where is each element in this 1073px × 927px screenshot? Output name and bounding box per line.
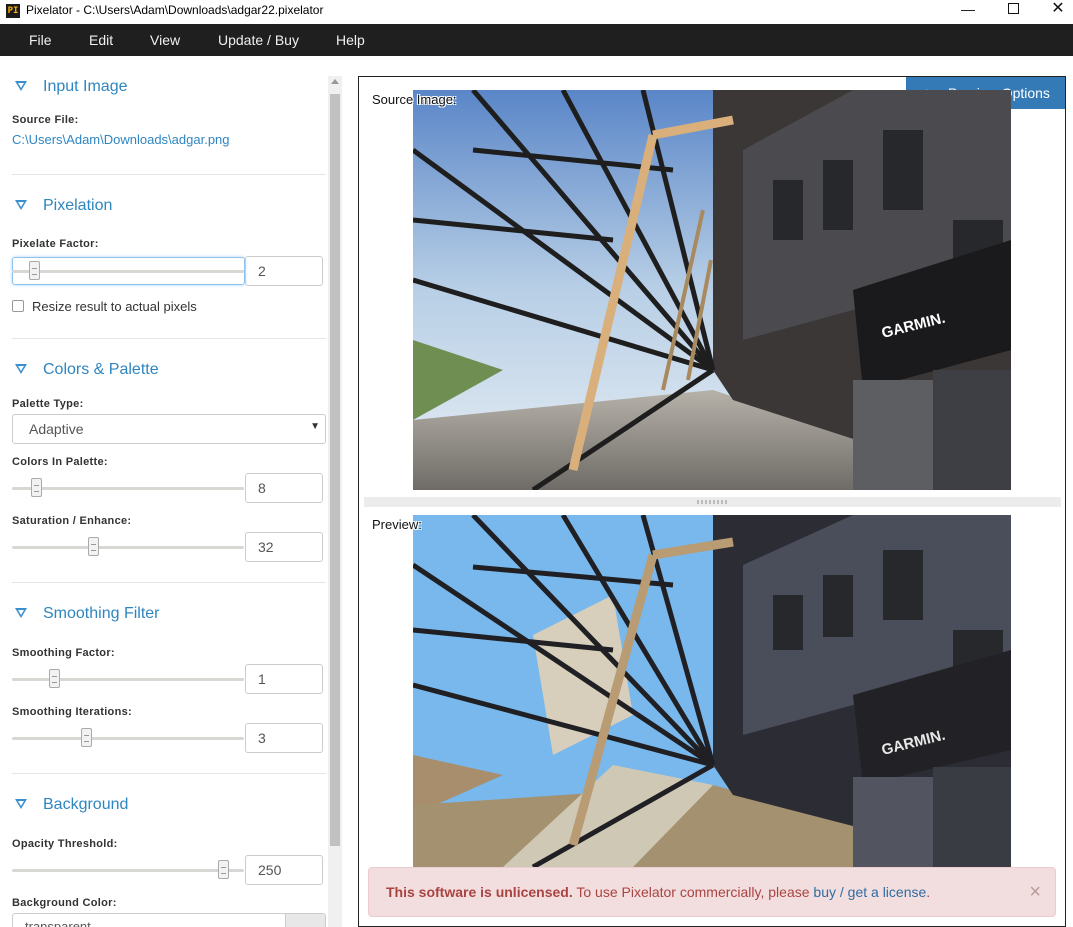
sidebar-scrollbar[interactable] (328, 76, 342, 927)
source-file-label: Source File: (12, 114, 79, 126)
collapse-triangle-icon (15, 799, 27, 809)
preview-photo-illustration: GARMIN. (413, 515, 1011, 867)
preview-image: GARMIN. (413, 515, 1011, 867)
colors-in-palette-slider-handle[interactable] (31, 478, 42, 497)
palette-type-select[interactable]: Adaptive ▼ (12, 414, 326, 444)
background-color-value: transparent (25, 919, 91, 927)
alert-close-button[interactable]: × (1029, 868, 1041, 916)
divider (12, 582, 326, 583)
smoothing-factor-slider[interactable] (12, 678, 244, 681)
colors-in-palette-input[interactable]: 8 (245, 473, 323, 503)
menu-bar: File Edit View Update / Buy Help (0, 24, 1073, 56)
buy-license-link[interactable]: buy / get a license (813, 884, 926, 900)
section-title: Smoothing Filter (43, 605, 160, 622)
alert-text: To use Pixelator commercially, please (572, 884, 814, 900)
section-title: Input Image (43, 78, 128, 95)
scrollbar-thumb[interactable] (330, 94, 340, 846)
alert-end: . (926, 884, 931, 900)
title-bar: PI Pixelator - C:\Users\Adam\Downloads\a… (0, 0, 1073, 24)
menu-view[interactable]: View (148, 24, 182, 56)
collapse-triangle-icon (15, 81, 27, 91)
opacity-threshold-slider-handle[interactable] (218, 860, 229, 879)
pixelate-factor-label: Pixelate Factor: (12, 238, 99, 250)
app-icon: PI (6, 4, 20, 18)
source-file-path[interactable]: C:\Users\Adam\Downloads\adgar.png (12, 132, 230, 147)
pixelate-factor-slider-handle[interactable] (29, 261, 40, 280)
collapse-triangle-icon (15, 200, 27, 210)
background-color-input[interactable]: transparent (12, 913, 326, 927)
source-image: GARMIN. (413, 90, 1011, 490)
maximize-icon (1007, 3, 1019, 14)
colors-in-palette-label: Colors In Palette: (12, 456, 108, 468)
smoothing-factor-input[interactable]: 1 (245, 664, 323, 694)
preview-image-label: Preview: (372, 517, 422, 532)
smoothing-factor-slider-handle[interactable] (49, 669, 60, 688)
saturation-label: Saturation / Enhance: (12, 515, 132, 527)
scroll-up-arrow-icon[interactable] (331, 79, 339, 84)
resize-checkbox[interactable] (12, 300, 24, 312)
palette-type-value: Adaptive (29, 421, 84, 437)
smoothing-iterations-slider-handle[interactable] (81, 728, 92, 747)
collapse-triangle-icon (15, 608, 27, 618)
source-image-label: Source Image: (372, 92, 457, 107)
minimize-button[interactable]: — (945, 0, 991, 22)
splitter-grip-icon[interactable] (697, 500, 729, 504)
smoothing-iterations-label: Smoothing Iterations: (12, 706, 132, 718)
menu-help[interactable]: Help (334, 24, 367, 56)
collapse-triangle-icon (15, 364, 27, 374)
opacity-threshold-slider[interactable] (12, 869, 244, 872)
divider (12, 773, 326, 774)
background-color-label: Background Color: (12, 897, 117, 909)
opacity-threshold-label: Opacity Threshold: (12, 838, 118, 850)
palette-type-label: Palette Type: (12, 398, 84, 410)
saturation-input[interactable]: 32 (245, 532, 323, 562)
chevron-down-icon: ▼ (310, 421, 320, 432)
saturation-slider-handle[interactable] (88, 537, 99, 556)
menu-file[interactable]: File (27, 24, 54, 56)
section-title: Colors & Palette (43, 361, 159, 378)
opacity-threshold-input[interactable]: 250 (245, 855, 323, 885)
pixelate-factor-slider[interactable] (12, 270, 244, 273)
license-alert: This software is unlicensed. To use Pixe… (368, 867, 1056, 917)
divider (12, 338, 326, 339)
section-title: Background (43, 796, 129, 813)
source-photo-illustration: GARMIN. (413, 90, 1011, 490)
saturation-slider[interactable] (12, 546, 244, 549)
preview-panel: ◿ Preview Options Source Image: (358, 76, 1066, 927)
maximize-button[interactable] (990, 0, 1036, 22)
color-picker-button[interactable] (285, 914, 325, 927)
smoothing-iterations-input[interactable]: 3 (245, 723, 323, 753)
close-button[interactable]: ✕ (1035, 0, 1073, 22)
window-title: Pixelator - C:\Users\Adam\Downloads\adga… (26, 3, 324, 17)
divider (12, 174, 326, 175)
smoothing-iterations-slider[interactable] (12, 737, 244, 740)
smoothing-factor-label: Smoothing Factor: (12, 647, 115, 659)
preview-splitter[interactable] (364, 497, 1061, 507)
menu-update-buy[interactable]: Update / Buy (216, 24, 301, 56)
colors-in-palette-slider[interactable] (12, 487, 244, 490)
section-title: Pixelation (43, 197, 113, 214)
pixelate-factor-input[interactable]: 2 (245, 256, 323, 286)
menu-edit[interactable]: Edit (87, 24, 115, 56)
settings-sidebar: Input Image Source File: C:\Users\Adam\D… (0, 56, 344, 927)
alert-strong-text: This software is unlicensed. (386, 884, 573, 900)
resize-checkbox-label[interactable]: Resize result to actual pixels (32, 299, 197, 314)
